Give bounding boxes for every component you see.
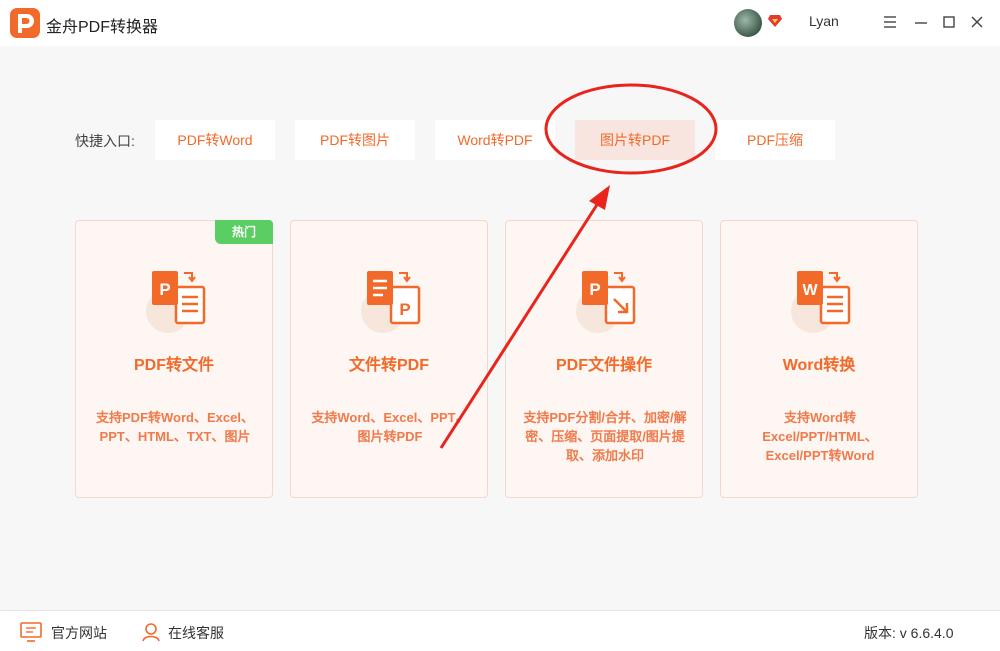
- footer-bar: 官方网站 在线客服 版本: v 6.6.4.0: [0, 610, 1000, 651]
- quick-entry-label: 快捷入口:: [75, 133, 135, 149]
- card-pdf-to-file[interactable]: 热门 P PDF转文件 支持PDF转Word、Excel、PPT、HTML、TX…: [75, 220, 273, 498]
- card-title: PDF转文件: [133, 357, 214, 374]
- card-file-to-pdf[interactable]: P 文件转PDF 支持Word、Excel、PPT、图片转PDF: [290, 220, 488, 498]
- pdf-to-file-icon: P: [152, 271, 206, 325]
- card-title: PDF文件操作: [555, 357, 652, 374]
- word-convert-icon: W: [797, 271, 851, 325]
- arrow-head: [589, 185, 610, 210]
- hot-badge: 热门: [215, 220, 273, 244]
- card-title: Word转换: [782, 357, 856, 374]
- quick-image-to-pdf-button[interactable]: 图片转PDF: [575, 120, 695, 160]
- svg-text:P: P: [589, 280, 600, 299]
- quick-pdf-to-image-button[interactable]: PDF转图片: [295, 120, 415, 160]
- vip-badge-icon: [768, 15, 782, 27]
- app-title: 金舟PDF转换器: [46, 19, 159, 36]
- official-website-link[interactable]: 官方网站: [51, 623, 107, 643]
- svg-text:W: W: [802, 282, 818, 299]
- card-description: 支持PDF分割/合并、加密/解密、压缩、页面提取/图片提取、添加水印: [523, 410, 687, 463]
- svg-text:P: P: [159, 280, 170, 299]
- close-icon[interactable]: [967, 12, 987, 32]
- menu-icon[interactable]: [880, 12, 900, 32]
- card-description: 支持Word、Excel、PPT、图片转PDF: [311, 410, 469, 444]
- title-bar: 金舟PDF转换器 Lyan: [0, 0, 1000, 46]
- file-to-pdf-icon: P: [367, 271, 421, 325]
- app-logo-icon: [10, 8, 40, 38]
- online-service-link[interactable]: 在线客服: [168, 623, 224, 643]
- maximize-icon[interactable]: [939, 12, 959, 32]
- quick-pdf-compress-button[interactable]: PDF压缩: [715, 120, 835, 160]
- user-avatar[interactable]: [734, 9, 762, 37]
- card-word-convert[interactable]: W Word转换 支持Word转Excel/PPT/HTML、Excel/PPT…: [720, 220, 918, 498]
- card-pdf-operation[interactable]: P PDF文件操作 支持PDF分割/合并、加密/解密、压缩、页面提取/图片提取、…: [505, 220, 703, 498]
- quick-word-to-pdf-button[interactable]: Word转PDF: [435, 120, 555, 160]
- customer-service-icon: [142, 623, 160, 642]
- pdf-operation-icon: P: [582, 271, 636, 325]
- version-label: 版本: v 6.6.4.0: [864, 625, 954, 641]
- svg-text:P: P: [399, 300, 410, 319]
- monitor-icon: [20, 622, 42, 642]
- card-description: 支持PDF转Word、Excel、PPT、HTML、TXT、图片: [96, 410, 254, 444]
- card-description: 支持Word转Excel/PPT/HTML、Excel/PPT转Word: [762, 410, 878, 463]
- minimize-icon[interactable]: [911, 12, 931, 32]
- card-title: 文件转PDF: [348, 357, 429, 374]
- username[interactable]: Lyan: [809, 13, 839, 29]
- quick-pdf-to-word-button[interactable]: PDF转Word: [155, 120, 275, 160]
